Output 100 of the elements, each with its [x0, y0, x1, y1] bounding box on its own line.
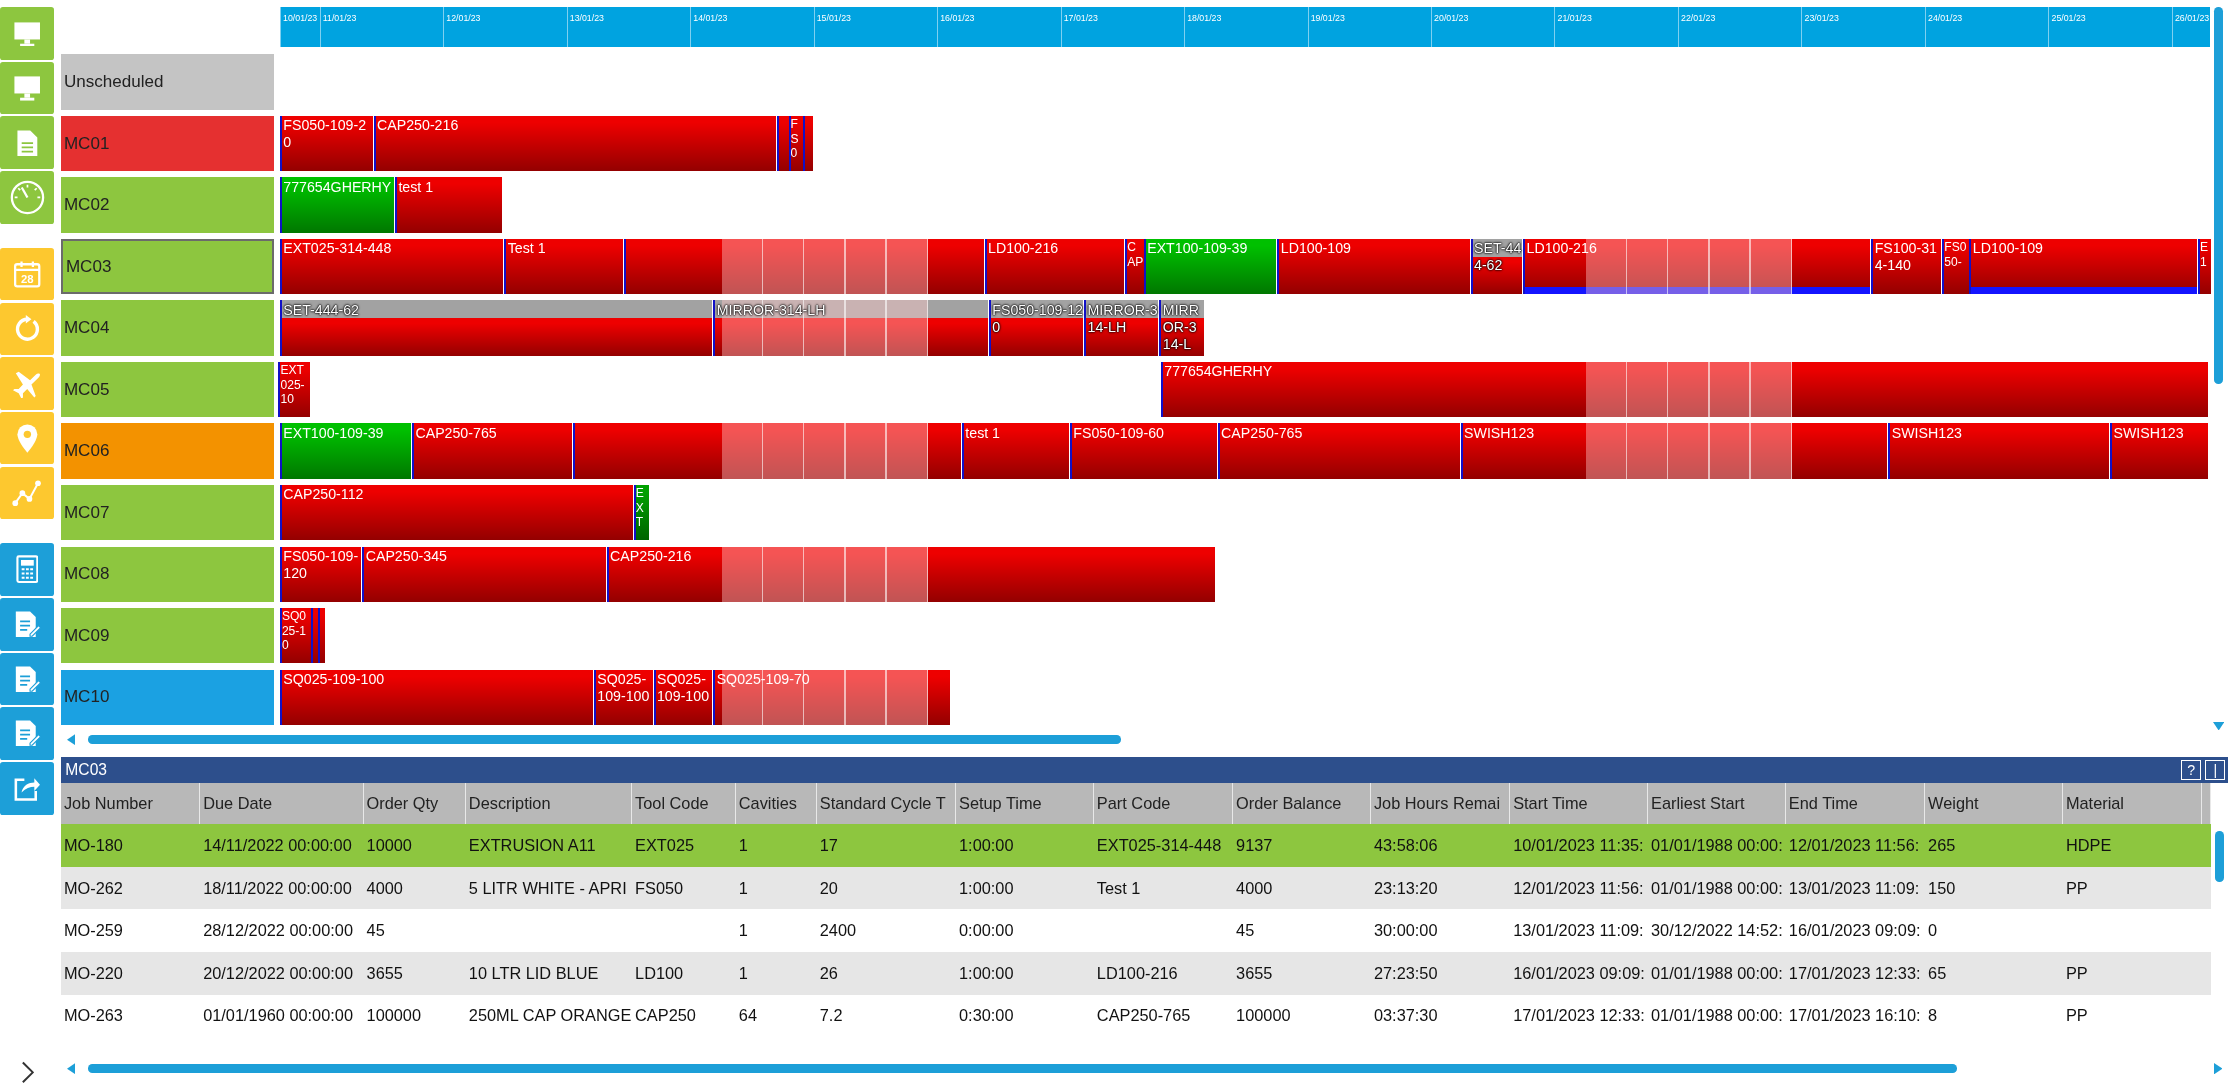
table-cell-text: 45 [1235, 921, 1256, 941]
scroll-left-icon[interactable] [66, 1062, 76, 1075]
table-row[interactable]: MO-180 14/11/2022 00:00:00 10000 EXTRUSION A11 EXT025 1 17 1:00:00 EXT025-314-448 9137 43:58:06 10/01/2023 11:35: 01/01/1988 00:00: 12/01/2023 11:56: 265 HDPE [61, 824, 2211, 867]
resource-label[interactable]: MC01 [61, 115, 275, 172]
sidebar-button[interactable] [0, 7, 54, 60]
column-header[interactable]: Job Hours Remai [1371, 782, 1511, 825]
job-bar[interactable]: CAP [1125, 238, 1144, 295]
job-bar[interactable]: EXT025-10 [278, 361, 310, 418]
job-bar[interactable]: LD100-109 [1969, 238, 2199, 295]
job-bar[interactable]: LD100-109 [1277, 238, 1471, 295]
resource-label[interactable]: Unscheduled [61, 54, 275, 110]
job-bar[interactable]: SQ025-10 [279, 608, 312, 664]
column-header[interactable]: Part Code [1094, 782, 1234, 825]
job-bar[interactable]: EXT025-314-448 [279, 238, 505, 295]
job-bar[interactable]: CAP250-216 [373, 115, 778, 172]
job-bar[interactable]: MIRROR-314-L [1159, 300, 1205, 356]
job-bar[interactable]: E1 [2198, 238, 2211, 295]
resource-label[interactable]: MC06 [61, 423, 275, 479]
panel-button[interactable]: ? [2181, 760, 2202, 781]
table-cell-text: 18/11/2022 00:00:00 [202, 878, 353, 898]
table-cell-text: 43:58:06 [1372, 835, 1439, 855]
job-bar[interactable]: test 1 [961, 423, 1070, 479]
column-header[interactable]: Material [2063, 782, 2203, 825]
sidebar-button[interactable] [0, 357, 54, 410]
job-bar[interactable]: SWISH123 [1888, 423, 2110, 479]
job-bar[interactable]: SET-444-62 [1470, 238, 1524, 295]
resource-label[interactable]: MC03 [61, 238, 275, 295]
monitor-icon [12, 20, 42, 47]
column-header[interactable]: Cavities [735, 782, 817, 825]
column-header[interactable]: Due Date [200, 782, 364, 825]
table-row[interactable]: MO-220 20/12/2022 00:00:00 3655 10 LTR LID BLUE LD100 1 26 1:00:00 LD100-216 3655 27:23:50 16/01/2023 09:09: 01/01/1988 00:00: 17/01/2023 12:33: 65 PP [61, 951, 2211, 995]
column-header[interactable]: Start Time [1510, 782, 1649, 825]
job-bar[interactable]: CAP250-345 [362, 546, 607, 602]
job-bar[interactable]: FS050-109-120 [988, 300, 1085, 356]
sidebar-button[interactable] [0, 762, 54, 815]
column-header[interactable]: Standard Cycle T [816, 782, 957, 825]
job-bar[interactable]: LD100-216 [984, 238, 1126, 295]
job-bar[interactable]: CAP250-765 [412, 423, 573, 479]
sidebar-button[interactable] [0, 302, 54, 356]
job-bar[interactable]: MIRROR-314-LH [1084, 300, 1160, 356]
sidebar-button[interactable] [0, 411, 54, 465]
job-bar[interactable]: SQ025-109-100 [653, 669, 714, 725]
panel-button[interactable]: | [2205, 760, 2226, 781]
sidebar-button[interactable] [0, 466, 54, 520]
table-cell-text: MO-220 [62, 963, 124, 983]
sidebar-button[interactable] [0, 116, 54, 170]
table-cell-text: 3655 [365, 963, 404, 983]
job-bar[interactable]: Test 1 [504, 238, 624, 295]
resource-label[interactable]: MC08 [61, 546, 275, 602]
column-header[interactable]: Weight [1925, 782, 2064, 825]
scroll-right-icon[interactable] [2213, 1062, 2223, 1075]
sidebar-button[interactable] [0, 543, 54, 596]
job-bar[interactable]: SWISH123 [1460, 423, 1889, 479]
scroll-left-icon[interactable] [66, 733, 76, 746]
resource-label[interactable]: MC05 [61, 361, 275, 418]
job-bar[interactable]: SQ025-109-100 [593, 669, 654, 725]
resource-label[interactable]: MC10 [61, 669, 275, 725]
job-bar[interactable] [777, 115, 789, 172]
resource-label[interactable]: MC07 [61, 485, 275, 541]
resource-label[interactable]: MC09 [61, 608, 275, 664]
table-cell-text: 0 [1927, 921, 1939, 941]
job-bar[interactable]: SWISH123 [2110, 423, 2210, 479]
column-header[interactable]: Earliest Start [1648, 782, 1786, 825]
column-header[interactable]: Order Qty [363, 782, 466, 825]
job-bar[interactable]: CAP250-112 [279, 485, 634, 541]
job-bar[interactable]: FS050-109-120 [279, 546, 363, 602]
sidebar-button[interactable] [0, 598, 54, 651]
column-header[interactable]: Tool Code [632, 782, 736, 825]
job-bar[interactable]: FS050- [1942, 238, 1970, 295]
table-cell-text: PP [2064, 1006, 2089, 1026]
job-bar[interactable]: FS050-109-60 [1069, 423, 1218, 479]
table-cell-text: EXT025 [634, 835, 696, 855]
column-header[interactable]: Order Balance [1233, 782, 1372, 825]
column-header[interactable]: Setup Time [956, 782, 1095, 825]
job-bar[interactable]: FS050-109-20 [279, 115, 374, 172]
sidebar-button[interactable] [0, 652, 54, 706]
table-cell-text: 17/01/2023 12:33: [1787, 963, 1922, 983]
job-bar[interactable]: CAP250-216 [606, 546, 1217, 602]
resource-label[interactable]: MC02 [61, 177, 275, 233]
sidebar-button[interactable] [0, 707, 54, 760]
job-bar[interactable]: test 1 [394, 177, 503, 233]
scroll-down-icon[interactable] [2213, 721, 2225, 731]
column-header[interactable]: Job Number [61, 782, 201, 825]
job-bar[interactable]: SQ025-109-100 [279, 669, 594, 725]
table-cell-text: 13/01/2023 11:09: [1787, 878, 1921, 898]
sidebar-button[interactable] [0, 171, 54, 224]
job-bar[interactable] [318, 608, 326, 664]
table-cell-text: LD100 [634, 963, 685, 983]
job-bar[interactable]: FS100-314-140 [1871, 238, 1943, 295]
date-label: 16/01/23 [937, 7, 975, 47]
job-bar[interactable]: 777654GHERHY [1160, 361, 2210, 418]
table-row[interactable]: MO-262 18/11/2022 00:00:00 4000 5 LITR WHITE - APRI FS050 1 20 1:00:00 Test 1 4000 23:13:20 12/01/2023 11:56: 01/01/1988 00:00: 13/01/2023 11:09: 150 PP [61, 866, 2211, 910]
job-bar[interactable] [802, 115, 813, 172]
chevron-right-icon[interactable] [19, 1061, 35, 1085]
sidebar-button[interactable] [0, 61, 54, 115]
job-bar[interactable]: LD100-216 [1523, 238, 1872, 295]
column-header[interactable]: End Time [1786, 782, 1926, 825]
resource-label[interactable]: MC04 [61, 300, 275, 356]
column-header[interactable]: Description [466, 782, 633, 825]
job-bar[interactable]: CAP250-765 [1217, 423, 1461, 479]
